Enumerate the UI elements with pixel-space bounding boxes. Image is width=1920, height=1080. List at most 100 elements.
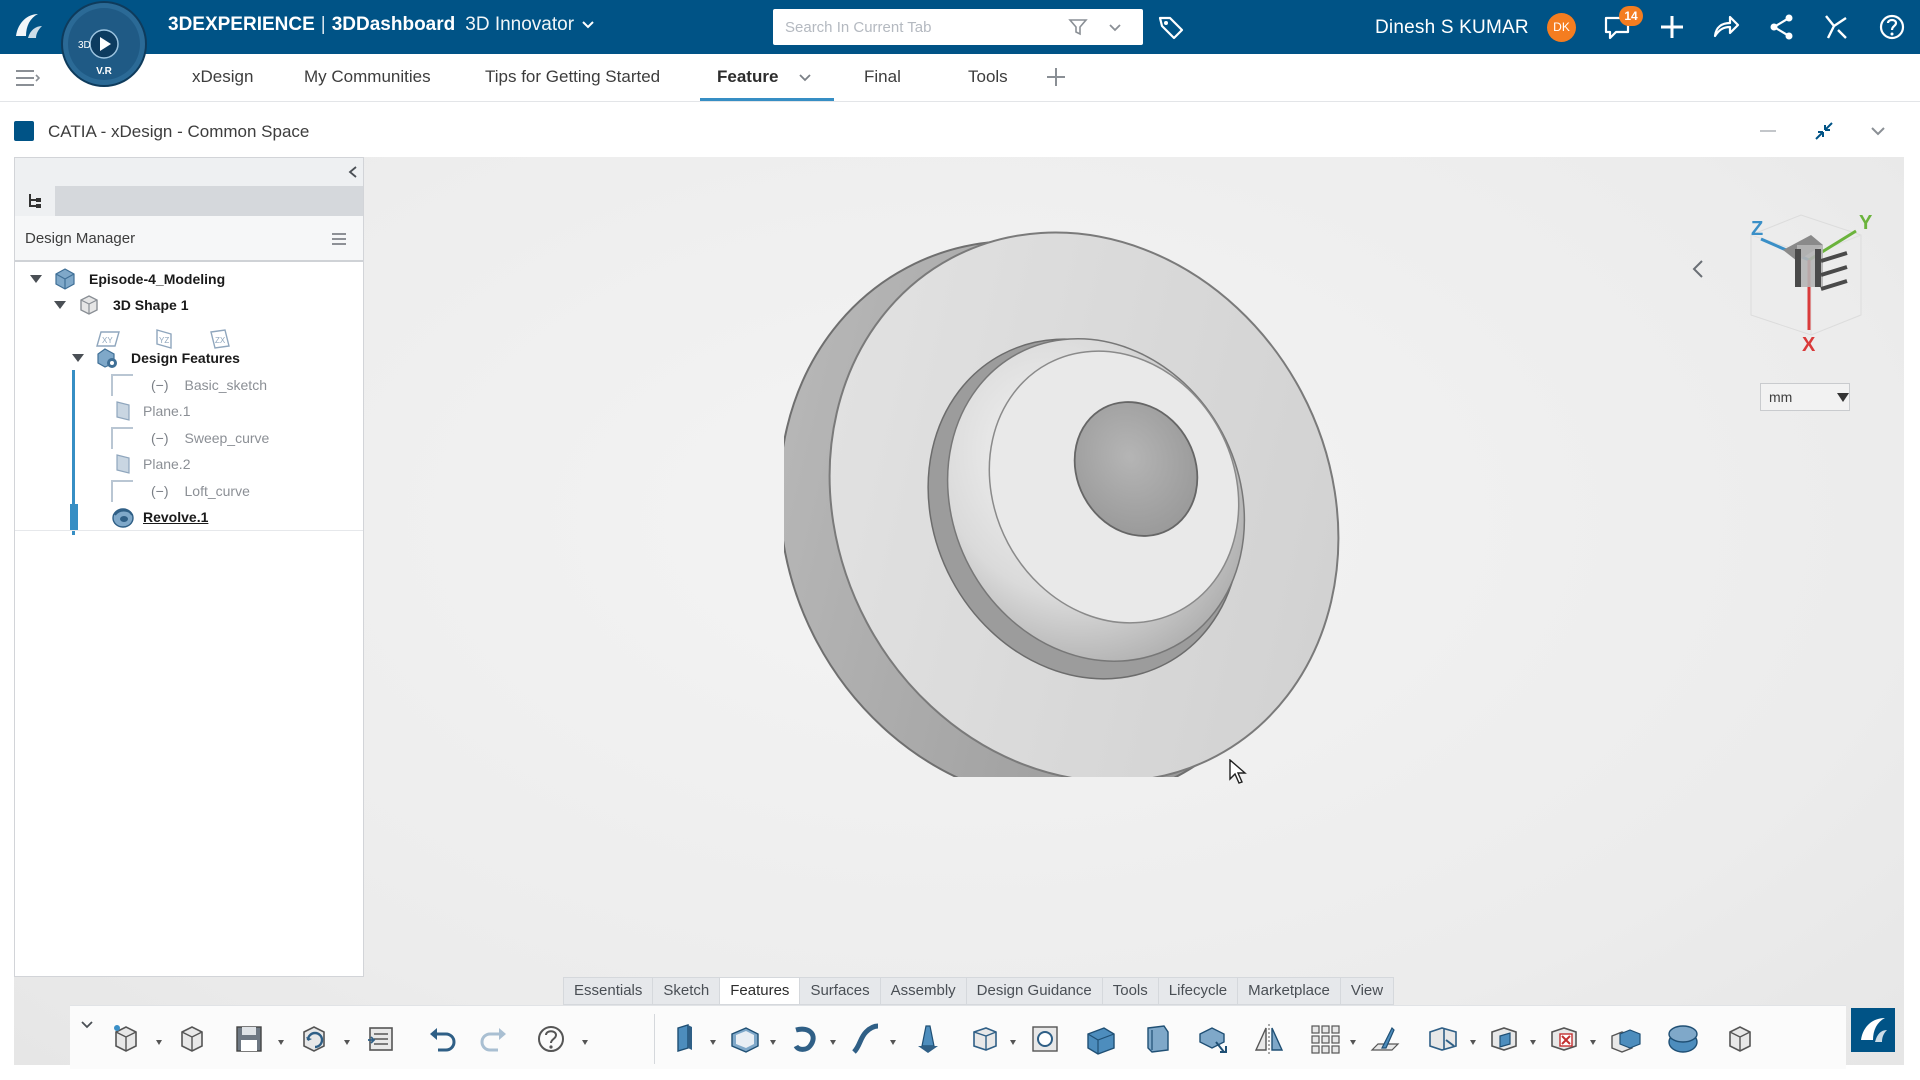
convert-icon[interactable] <box>1722 1020 1760 1058</box>
tree-node-design-features[interactable]: Design Features <box>71 345 240 371</box>
design-features-icon <box>97 348 117 368</box>
expand-toggle-icon[interactable] <box>53 298 67 312</box>
extrude-icon[interactable] <box>666 1020 704 1058</box>
pattern-icon[interactable] <box>1306 1020 1344 1058</box>
chevron-down-icon[interactable] <box>80 1018 94 1032</box>
share-arrow-icon[interactable] <box>1710 12 1742 42</box>
section-tab-essentials[interactable]: Essentials <box>564 978 654 1004</box>
caret-icon[interactable] <box>1010 1040 1016 1045</box>
tree-node-plane2[interactable]: Plane.2 <box>111 451 190 477</box>
user-name[interactable]: Dinesh S KUMAR <box>1375 17 1529 39</box>
collapse-icon[interactable] <box>1812 119 1836 143</box>
3ds-brand-icon[interactable] <box>1851 1008 1895 1052</box>
tab-xdesign[interactable]: xDesign <box>192 67 253 87</box>
add-tab-icon[interactable] <box>1045 66 1067 88</box>
section-tab-view[interactable]: View <box>1341 978 1393 1004</box>
tree-label-basic-sketch: Basic_sketch <box>184 377 267 393</box>
help-icon[interactable] <box>1876 12 1908 42</box>
apps-compass-icon[interactable] <box>1820 12 1852 42</box>
section-tab-tools[interactable]: Tools <box>1103 978 1159 1004</box>
section-tab-design-guidance[interactable]: Design Guidance <box>967 978 1103 1004</box>
save-icon[interactable] <box>230 1020 268 1058</box>
new-shape-icon[interactable] <box>108 1020 146 1058</box>
caret-icon[interactable] <box>344 1040 350 1045</box>
caret-icon[interactable] <box>278 1040 284 1045</box>
section-tab-sketch[interactable]: Sketch <box>653 978 721 1004</box>
avatar[interactable]: DK <box>1547 13 1576 42</box>
undo-icon[interactable] <box>424 1020 462 1058</box>
view-orientation-triad[interactable]: Z Y X <box>1671 205 1891 405</box>
search-input[interactable] <box>785 17 1045 37</box>
tab-tips[interactable]: Tips for Getting Started <box>485 67 660 87</box>
split-icon[interactable] <box>1424 1020 1462 1058</box>
chevron-left-icon[interactable] <box>347 165 359 179</box>
fillet-icon[interactable] <box>1082 1020 1120 1058</box>
caret-icon[interactable] <box>582 1040 588 1045</box>
section-tab-lifecycle[interactable]: Lifecycle <box>1159 978 1239 1004</box>
section-tab-surfaces[interactable]: Surfaces <box>800 978 881 1004</box>
caret-icon[interactable] <box>156 1040 162 1045</box>
add-icon[interactable] <box>1656 12 1688 42</box>
caret-icon[interactable] <box>830 1040 836 1045</box>
tree-node-basic-sketch[interactable]: (−) Basic_sketch <box>111 372 267 398</box>
tag-icon[interactable] <box>1156 12 1186 42</box>
boolean-icon[interactable] <box>1486 1020 1524 1058</box>
draft-icon[interactable] <box>1194 1020 1232 1058</box>
caret-icon[interactable] <box>890 1040 896 1045</box>
section-tab-features[interactable]: Features <box>720 978 801 1004</box>
dassault-logo-icon[interactable] <box>8 8 48 46</box>
tree-node-shape[interactable]: 3D Shape 1 <box>53 292 188 318</box>
section-tab-assembly[interactable]: Assembly <box>881 978 967 1004</box>
chevron-down-icon[interactable] <box>1107 19 1123 35</box>
app-title[interactable]: 3DEXPERIENCE | 3DDashboard 3D Innovator <box>168 14 596 36</box>
tree-node-loft-curve[interactable]: (−) Loft_curve <box>111 478 250 504</box>
tab-tools[interactable]: Tools <box>968 67 1008 87</box>
caret-icon[interactable] <box>1590 1040 1596 1045</box>
chevron-left-icon[interactable] <box>1690 257 1706 281</box>
caret-icon[interactable] <box>1350 1040 1356 1045</box>
caret-icon[interactable] <box>1470 1040 1476 1045</box>
mirror-icon[interactable] <box>1250 1020 1288 1058</box>
expand-toggle-icon[interactable] <box>71 351 85 365</box>
chevron-down-icon[interactable] <box>1866 119 1890 143</box>
caret-icon[interactable] <box>710 1040 716 1045</box>
minimize-icon[interactable] <box>1756 119 1780 143</box>
remove-icon[interactable] <box>1546 1020 1584 1058</box>
expand-toggle-icon[interactable] <box>29 272 43 286</box>
hole-icon[interactable] <box>1026 1020 1064 1058</box>
dashboard-menu-icon[interactable] <box>14 68 40 88</box>
tab-my-communities[interactable]: My Communities <box>304 67 431 87</box>
chevron-down-icon[interactable] <box>797 69 813 85</box>
tree-node-sweep-curve[interactable]: (−) Sweep_curve <box>111 425 269 451</box>
mesh-icon[interactable] <box>1664 1020 1702 1058</box>
transform-icon[interactable] <box>1606 1020 1644 1058</box>
tree-node-revolve1[interactable]: Revolve.1 <box>111 504 208 530</box>
tree-tab[interactable] <box>15 186 55 216</box>
rib-icon[interactable] <box>1366 1020 1404 1058</box>
thicken-icon[interactable] <box>966 1020 1004 1058</box>
revolve-icon[interactable] <box>786 1020 824 1058</box>
tree-node-root[interactable]: Episode-4_Modeling <box>29 266 225 292</box>
tab-feature[interactable]: Feature <box>717 67 778 87</box>
manage-icon[interactable] <box>362 1020 400 1058</box>
sweep-icon[interactable] <box>846 1020 884 1058</box>
loft-icon[interactable] <box>908 1020 946 1058</box>
chevron-down-icon[interactable] <box>580 17 596 33</box>
caret-icon[interactable] <box>770 1040 776 1045</box>
compass-icon[interactable]: 3D V.R <box>60 0 148 88</box>
help-icon[interactable] <box>532 1020 570 1058</box>
chamfer-icon[interactable] <box>1138 1020 1176 1058</box>
revolved-part-model[interactable] <box>784 167 1344 777</box>
filter-icon[interactable] <box>1067 16 1089 38</box>
hamburger-menu-icon[interactable] <box>331 231 347 247</box>
tab-final[interactable]: Final <box>864 67 901 87</box>
caret-icon[interactable] <box>1530 1040 1536 1045</box>
share-network-icon[interactable] <box>1766 12 1798 42</box>
shell-icon[interactable] <box>726 1020 764 1058</box>
tree-node-plane1[interactable]: Plane.1 <box>111 398 190 424</box>
refresh-icon[interactable] <box>296 1020 334 1058</box>
open-shape-icon[interactable] <box>174 1020 212 1058</box>
redo-icon[interactable] <box>474 1020 512 1058</box>
section-tab-marketplace[interactable]: Marketplace <box>1238 978 1341 1004</box>
search-field[interactable] <box>773 9 1143 45</box>
